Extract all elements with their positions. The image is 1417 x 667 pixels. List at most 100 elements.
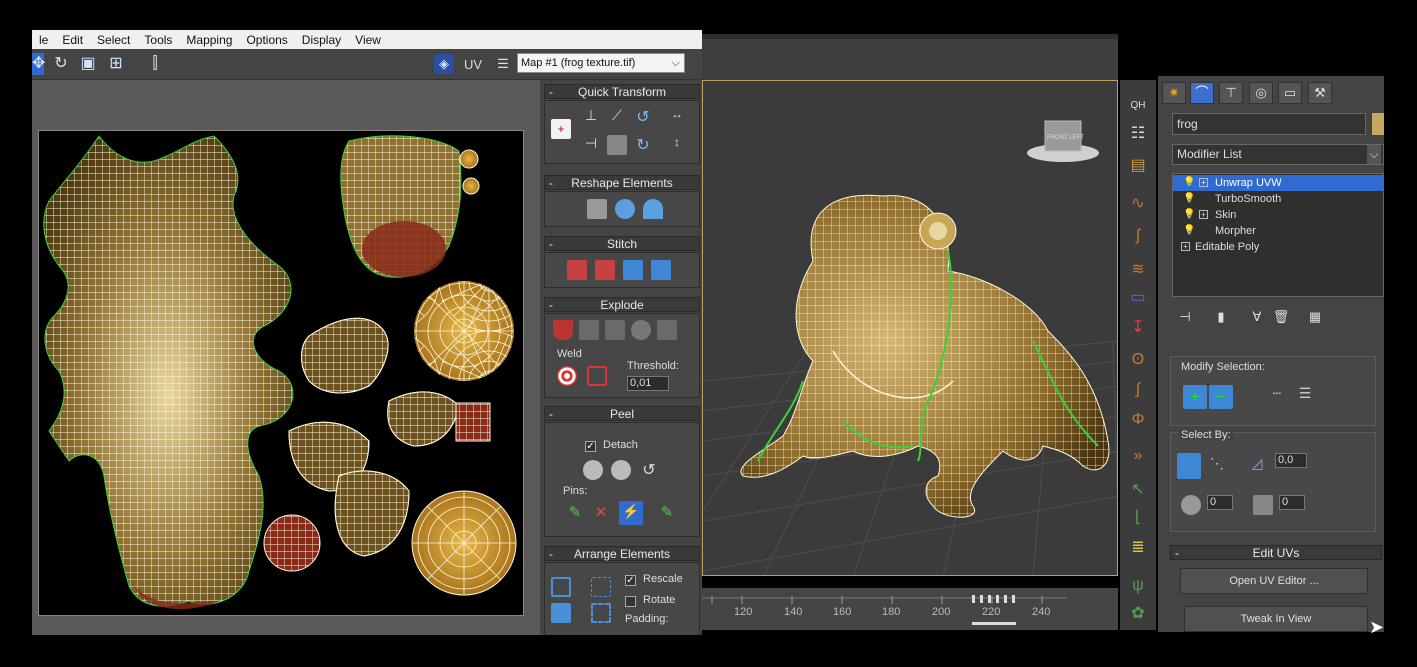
expand-plus-icon[interactable]: + [1199, 178, 1208, 187]
ribbon-icon[interactable]: ▭ [1128, 288, 1148, 308]
material-id-spinner[interactable]: 0 [1279, 495, 1305, 510]
spline-icon[interactable]: ∿ [1128, 194, 1148, 214]
select-pins-icon[interactable]: ✎ [657, 503, 677, 523]
align-linear-icon[interactable]: ⟋ [607, 107, 627, 127]
set-pivot-icon[interactable]: + [551, 119, 571, 139]
rollout-arrange-elements[interactable]: - Arrange Elements [544, 546, 700, 561]
frog-icon[interactable]: ✿ [1128, 604, 1148, 624]
lightbulb-icon[interactable]: 💡 [1183, 191, 1195, 207]
modifier-list-dropdown[interactable]: Modifier List ⌵ [1172, 144, 1384, 165]
container-icon[interactable]: ▤ [1128, 156, 1148, 176]
create-icon[interactable]: ✷ [1162, 82, 1186, 104]
menu-file[interactable]: le [32, 33, 55, 47]
pack-custom-icon[interactable] [551, 577, 571, 597]
peel-mode-icon[interactable] [611, 460, 631, 480]
pin-stack-icon[interactable]: ⊣ [1176, 308, 1194, 326]
utilities-icon[interactable]: ⚒ [1308, 82, 1332, 104]
rollout-reshape-elements[interactable]: - Reshape Elements [544, 175, 700, 190]
menu-options[interactable]: Options [239, 33, 294, 47]
align-to-edge-icon[interactable] [607, 135, 627, 155]
mirror-tool-icon[interactable]: ⫿ [144, 53, 166, 75]
detach-checkbox[interactable]: ✓ [585, 441, 596, 452]
rollout-explode[interactable]: - Explode [544, 297, 700, 312]
modify-icon[interactable]: ⌒ [1190, 82, 1214, 104]
rescale-checkbox[interactable]: ✓ [625, 575, 636, 586]
scale-tool-icon[interactable]: ▣ [77, 53, 99, 75]
grass-icon[interactable]: ψ [1128, 576, 1148, 596]
angle-spinner[interactable]: 0,0 [1275, 453, 1307, 468]
menu-edit[interactable]: Edit [55, 33, 90, 47]
stitch-to-target-icon[interactable] [567, 260, 587, 280]
open-uv-editor-button[interactable]: Open UV Editor ... [1180, 568, 1368, 594]
threshold-spinner[interactable]: 0,01 [627, 376, 669, 391]
rollout-peel[interactable]: - Peel [544, 406, 700, 421]
menu-select[interactable]: Select [90, 33, 137, 47]
stitch-custom-icon[interactable] [651, 260, 671, 280]
loop-selection-icon[interactable]: ┄ [1267, 385, 1287, 405]
edit-pins-icon[interactable]: ✎ [565, 503, 585, 523]
motion-icon[interactable]: ◎ [1249, 82, 1273, 104]
select-by-edge-loop-icon[interactable]: ⋱ [1207, 455, 1227, 475]
stack-item-unwrap-uvw[interactable]: 💡 + Unwrap UVW [1173, 175, 1384, 191]
show-end-result-icon[interactable]: ▮ [1212, 308, 1230, 326]
timeline-ruler[interactable]: 120 140 160 180 200 220 240 [702, 588, 1118, 630]
stack-item-turbosmooth[interactable]: 💡 TurboSmooth [1173, 191, 1384, 207]
uv-texture-canvas[interactable] [38, 130, 524, 616]
quad-chamfer-icon[interactable]: QH [1128, 96, 1148, 116]
menu-display[interactable]: Display [295, 33, 348, 47]
stitch-average-icon[interactable] [595, 260, 615, 280]
rotate-tool-icon[interactable]: ↻ [50, 53, 72, 75]
pack-normalize-icon[interactable] [591, 577, 611, 597]
menu-tools[interactable]: Tools [137, 33, 179, 47]
select-arrow-icon[interactable]: ↖ [1128, 480, 1148, 500]
object-color-swatch[interactable] [1372, 113, 1384, 135]
align-horizontal-icon[interactable]: ⊥ [581, 107, 601, 127]
select-by-angle-icon[interactable]: ◿ [1247, 455, 1267, 475]
expand-plus-icon[interactable]: + [1199, 210, 1208, 219]
menu-view[interactable]: View [348, 33, 388, 47]
stack-item-skin[interactable]: 💡 + Skin [1173, 207, 1384, 223]
reset-peel-icon[interactable]: ↺ [639, 460, 659, 480]
hierarchy-icon[interactable]: ⊤ [1219, 82, 1243, 104]
bend-icon[interactable]: ↧ [1128, 318, 1148, 338]
stack-item-editable-poly[interactable]: + Editable Poly [1173, 239, 1384, 255]
pack-together-icon[interactable] [551, 603, 571, 623]
menu-mapping[interactable]: Mapping [179, 33, 239, 47]
lightbulb-icon[interactable]: 💡 [1183, 207, 1195, 223]
layer-manager-icon[interactable]: ☷ [1128, 124, 1148, 144]
relax-by-face-icon[interactable] [643, 199, 663, 219]
hook-icon[interactable]: ʃ [1128, 226, 1148, 246]
break-by-polygroups-icon[interactable] [553, 320, 573, 340]
space-vertical-icon[interactable]: ↕ [667, 135, 687, 155]
configure-sets-icon[interactable]: ▦ [1306, 308, 1324, 326]
ring-selection-icon[interactable]: ☰ [1295, 385, 1315, 405]
flatten-by-material-icon[interactable] [605, 320, 625, 340]
stack-item-morpher[interactable]: 💡 Morpher [1173, 223, 1384, 239]
wave-icon[interactable]: ≋ [1128, 260, 1148, 280]
rollout-edit-uvs[interactable]: - Edit UVs [1170, 545, 1382, 560]
space-horizontal-icon[interactable]: ↔ [667, 107, 687, 127]
weld-target-icon[interactable] [557, 366, 577, 386]
perspective-viewport[interactable]: FRONT LEFT [702, 80, 1118, 576]
delete-pins-icon[interactable]: ✕ [591, 503, 611, 523]
move-tool-icon[interactable]: ✥ [32, 53, 45, 75]
object-name-field[interactable]: frog [1172, 113, 1366, 135]
texture-settings-icon[interactable]: ☰ [492, 53, 514, 75]
straighten-icon[interactable] [587, 199, 607, 219]
grow-selection-icon[interactable]: + [1183, 385, 1207, 409]
flatten-by-smoothing-icon[interactable] [631, 320, 651, 340]
quick-peel-icon[interactable] [583, 460, 603, 480]
freeform-tool-icon[interactable]: ⊞ [105, 53, 127, 75]
rotate-checkbox[interactable] [625, 596, 636, 607]
stack-icon[interactable]: ≣ [1128, 538, 1148, 558]
rotate-ccw-icon[interactable]: ↺ [633, 107, 653, 127]
select-by-element-icon[interactable] [1177, 453, 1201, 479]
checker-map-icon[interactable]: ◈ [434, 54, 454, 74]
break-icon[interactable] [657, 320, 677, 340]
chevrons-icon[interactable]: » [1128, 446, 1148, 466]
display-icon[interactable]: ▭ [1278, 82, 1302, 104]
lightbulb-icon[interactable]: 💡 [1183, 175, 1195, 191]
make-unique-icon[interactable]: ∀ [1248, 308, 1266, 326]
uv-space-label[interactable]: UV [464, 57, 482, 72]
align-vertical-icon[interactable]: ⊣ [581, 135, 601, 155]
